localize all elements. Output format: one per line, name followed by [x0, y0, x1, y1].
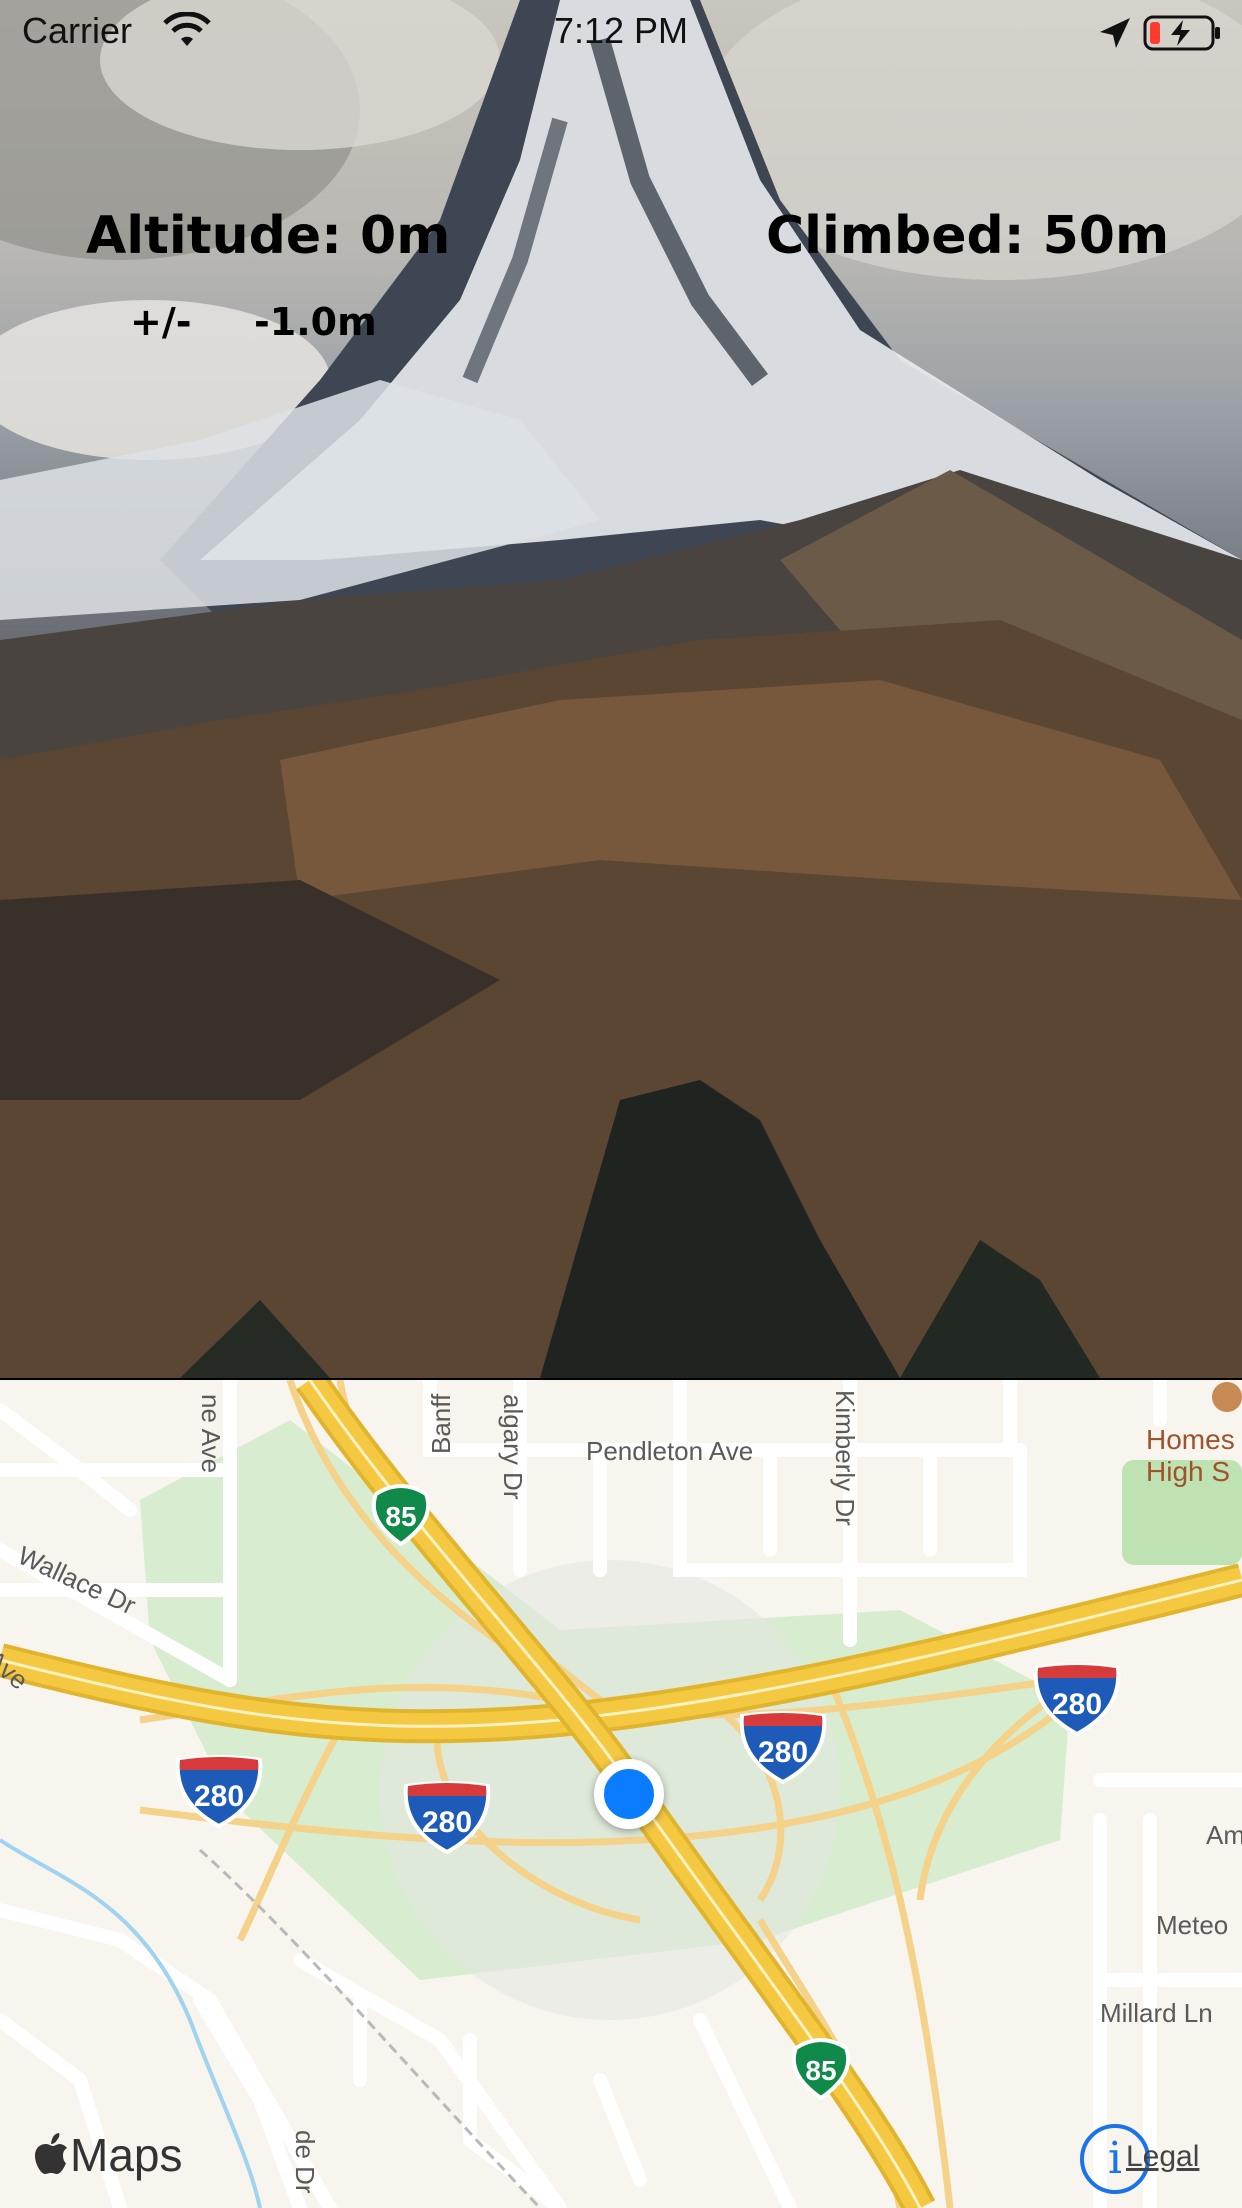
accuracy-label: -1.0m [254, 300, 377, 344]
plus-minus-label: +/- [130, 300, 192, 344]
interstate-280-shield: 280 [739, 1711, 827, 1784]
interstate-280-shield: 280 [403, 1781, 491, 1854]
street-label: Pendleton Ave [586, 1436, 754, 1466]
poi-label[interactable]: Homes High S [1146, 1424, 1235, 1488]
shield-number: 85 [805, 2055, 836, 2086]
maps-logo-text: Maps [70, 2129, 183, 2181]
shield-number: 280 [422, 1806, 472, 1839]
user-location-dot[interactable] [594, 1759, 664, 1829]
legal-link[interactable]: Legal [1126, 2140, 1199, 2174]
street-label: Kimberly Dr [830, 1390, 860, 1526]
school-icon[interactable] [1212, 1382, 1242, 1412]
state-route-85-shield: 85 [371, 1484, 431, 1546]
altitude-label: Altitude: 0m [86, 206, 451, 266]
interstate-280-shield: 280 [1033, 1663, 1121, 1736]
poi-label-line: Homes [1146, 1424, 1235, 1455]
status-time: 7:12 PM [553, 10, 689, 51]
interstate-280-shield: 280 [175, 1755, 263, 1828]
shield-number: 280 [1052, 1688, 1102, 1721]
street-label: Banff [426, 1393, 456, 1454]
maps-logo: Maps [34, 2128, 182, 2182]
street-label: algary Dr [498, 1394, 528, 1500]
climbed-label: Climbed: 50m [766, 206, 1170, 266]
street-label: Millard Ln [1100, 1998, 1213, 2028]
street-label: Am [1206, 1820, 1242, 1850]
poi-label-line: High S [1146, 1456, 1231, 1488]
shield-number: 85 [385, 1501, 416, 1532]
state-route-85-shield: 85 [791, 2038, 851, 2100]
apple-logo-icon [35, 2133, 67, 2174]
shield-number: 280 [194, 1780, 244, 1813]
battery-icon [1143, 14, 1223, 61]
location-arrow-icon [1098, 16, 1132, 59]
street-label: de Dr [290, 2130, 320, 2194]
street-label: Meteo [1156, 1910, 1229, 1940]
shield-number: 280 [758, 1736, 808, 1769]
street-label: ne Ave [196, 1394, 226, 1474]
status-bar: Carrier 7:12 PM [0, 0, 1242, 66]
